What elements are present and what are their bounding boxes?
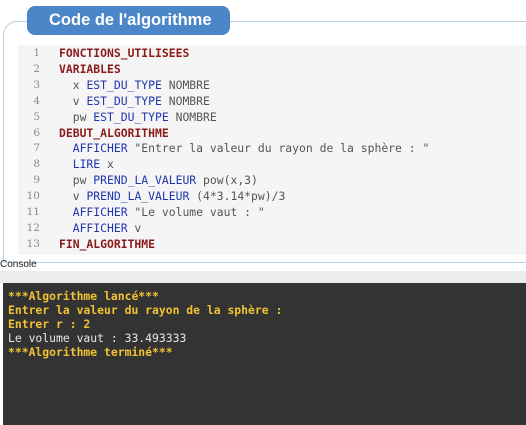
code-token: v <box>59 93 87 108</box>
line-number: 13 <box>26 237 40 250</box>
code-token: PREND_LA_VALEUR <box>93 173 197 188</box>
code-token: EST_DU_TYPE <box>86 77 162 92</box>
code-token: FONCTIONS_UTILISEES <box>59 46 190 60</box>
line-number: 4 <box>33 94 40 107</box>
code-token: NOMBRE <box>161 77 210 92</box>
code-token: x <box>59 77 87 92</box>
code-token: VARIABLES <box>59 61 121 76</box>
code-token: "Entrer la valeur du rayon de la sphère … <box>127 141 430 156</box>
code-text: FONCTIONS_UTILISEES <box>59 45 189 61</box>
console-divider <box>0 271 526 283</box>
code-text: AFFICHER "Entrer la valeur du rayon de l… <box>59 140 430 156</box>
code-text: v EST_DU_TYPE NOMBRE <box>59 93 210 109</box>
line-number: 1 <box>33 47 40 59</box>
line-number: 3 <box>33 78 40 91</box>
code-token: NOMBRE <box>168 109 217 124</box>
line-number: 11 <box>26 206 40 218</box>
code-token: FIN_ALGORITHME <box>59 236 156 251</box>
line-number: 9 <box>33 174 40 187</box>
console-output[interactable]: ***Algorithme lancé*** Entrer la valeur d… <box>3 283 526 425</box>
line-number: 5 <box>33 110 40 123</box>
console-label: Console <box>0 259 37 270</box>
line-number: 7 <box>33 142 40 155</box>
line-number: 2 <box>33 62 40 75</box>
console-line: Le volume vaut : 33.493333 <box>8 331 187 345</box>
code-token: LIRE <box>59 157 101 172</box>
code-text: pw PREND_LA_VALEUR pow(x,3) <box>59 172 258 188</box>
code-text: AFFICHER "Le volume vaut : " <box>59 204 265 220</box>
code-token: pow(x,3) <box>196 173 258 188</box>
line-number: 6 <box>33 126 40 139</box>
code-token: pw <box>59 173 94 188</box>
line-number: 10 <box>26 190 40 203</box>
code-token: v <box>127 220 142 235</box>
console-line: Entrer la valeur du rayon de la sphère : <box>8 303 283 317</box>
code-token: "Le volume vaut : " <box>127 205 265 219</box>
code-text: v PREND_LA_VALEUR (4*3.14*pw)/3 <box>59 188 286 204</box>
code-token: AFFICHER <box>59 141 128 156</box>
code-token: v <box>59 189 87 204</box>
code-token: AFFICHER <box>59 220 128 235</box>
console-line: Entrer r : 2 <box>8 317 91 331</box>
code-token: pw <box>59 109 94 124</box>
code-token: EST_DU_TYPE <box>93 109 169 124</box>
code-token: EST_DU_TYPE <box>86 93 162 108</box>
code-token: AFFICHER <box>59 205 128 219</box>
console-line: ***Algorithme lancé*** <box>8 289 159 303</box>
code-token: x <box>100 157 114 172</box>
code-text: VARIABLES <box>59 61 121 77</box>
code-text: DEBUT_ALGORITHME <box>59 125 169 141</box>
code-token: NOMBRE <box>161 93 210 108</box>
panel-title: Code de l'algorithme <box>27 6 230 35</box>
line-number: 8 <box>33 158 40 171</box>
code-text: x EST_DU_TYPE NOMBRE <box>59 77 210 93</box>
console-line: ***Algorithme terminé*** <box>8 345 173 359</box>
line-number: 12 <box>26 221 40 234</box>
code-text: AFFICHER v <box>59 220 142 236</box>
code-text: pw EST_DU_TYPE NOMBRE <box>59 109 217 125</box>
code-editor[interactable]: 1 FONCTIONS_UTILISEES 2 VARIABLES 3 x EST_DU… <box>18 45 526 255</box>
code-token: (4*3.14*pw)/3 <box>189 189 286 204</box>
code-text: FIN_ALGORITHME <box>59 236 155 252</box>
code-token: PREND_LA_VALEUR <box>86 189 190 204</box>
code-text: LIRE x <box>59 156 114 172</box>
code-token: DEBUT_ALGORITHME <box>59 125 169 140</box>
